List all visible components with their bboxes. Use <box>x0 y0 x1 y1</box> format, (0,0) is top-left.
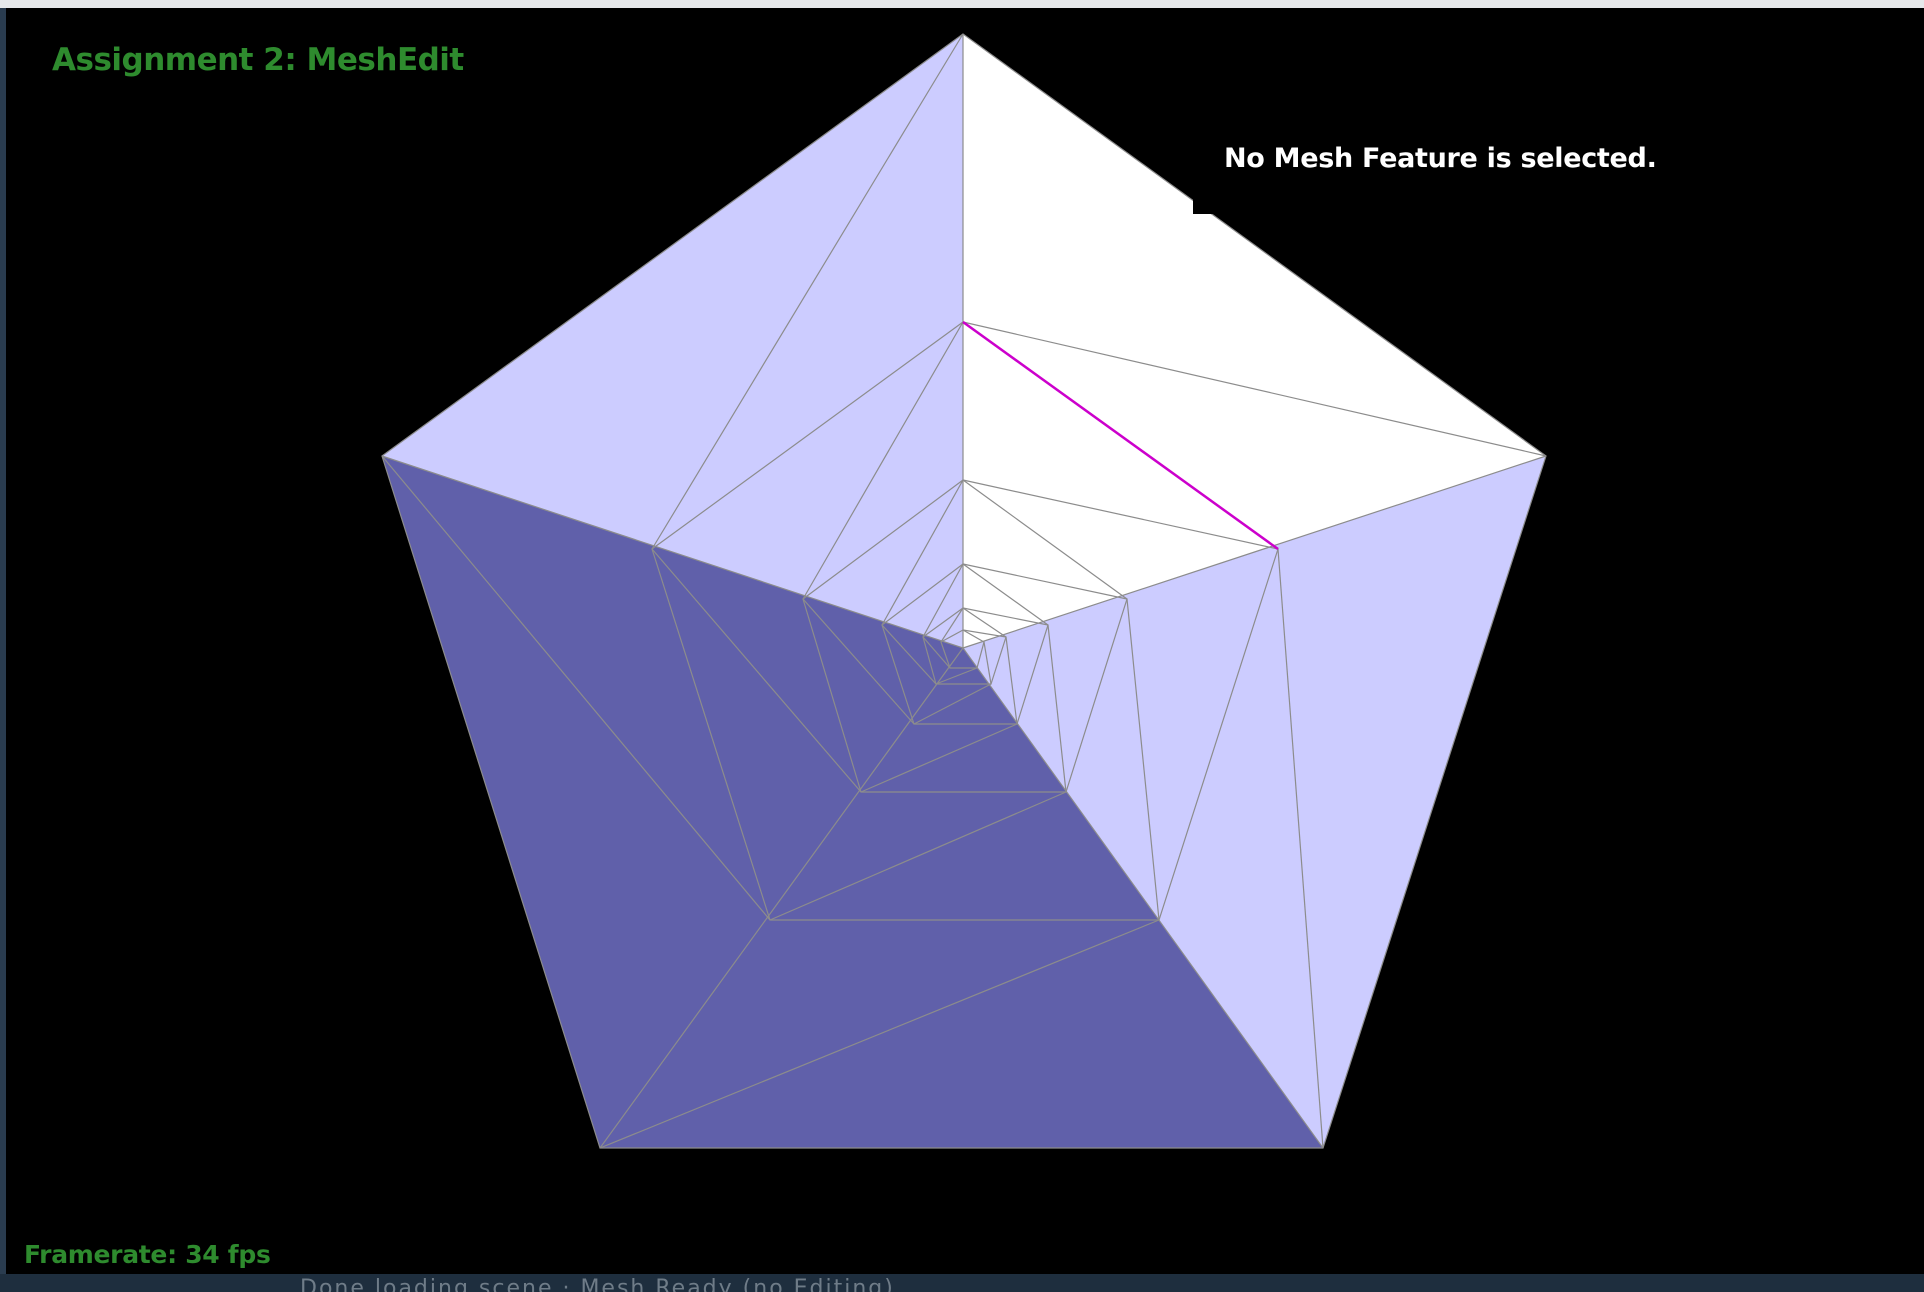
mesh-viewport[interactable]: Assignment 2: MeshEdit No Mesh Feature i… <box>6 8 1924 1274</box>
mesh-canvas[interactable] <box>6 8 1924 1274</box>
window-top-border <box>0 0 1924 8</box>
background-status-bar: Done loading scene · Mesh Ready (no Edit… <box>0 1274 1924 1292</box>
app-title: Assignment 2: MeshEdit <box>52 42 464 78</box>
background-status-text: Done loading scene · Mesh Ready (no Edit… <box>300 1276 895 1292</box>
app-window: Assignment 2: MeshEdit No Mesh Feature i… <box>0 0 1924 1292</box>
framerate-readout: Framerate: 34 fps <box>24 1240 271 1269</box>
selection-status-text: No Mesh Feature is selected. <box>1224 143 1657 174</box>
